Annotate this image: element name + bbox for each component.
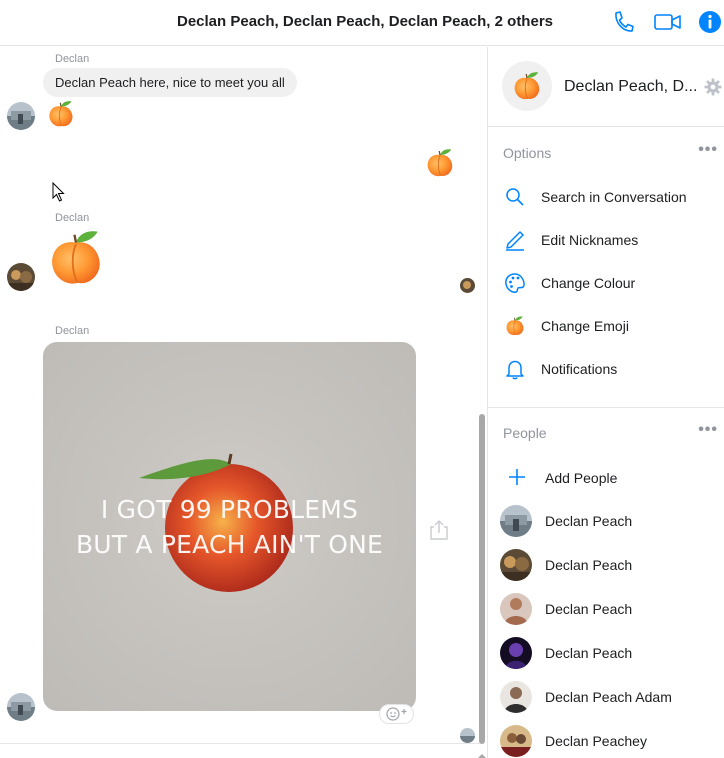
mouse-cursor-icon <box>52 181 66 208</box>
person-row[interactable]: Declan Peach <box>500 589 720 629</box>
info-icon[interactable] <box>698 10 722 39</box>
conversation-name[interactable]: Declan Peach, D... <box>564 78 697 96</box>
phone-icon[interactable] <box>612 10 634 39</box>
avatar[interactable] <box>7 102 35 130</box>
person-row[interactable]: Declan Peach <box>500 545 720 585</box>
avatar <box>500 681 532 713</box>
option-edit-nicknames[interactable]: Edit Nicknames <box>504 223 719 257</box>
option-label: Search in Conversation <box>541 189 687 205</box>
gear-icon[interactable] <box>704 78 722 101</box>
option-change-colour[interactable]: Change Colour <box>504 266 719 300</box>
video-camera-icon[interactable] <box>654 12 682 37</box>
avatar <box>500 549 532 581</box>
scrollbar[interactable] <box>479 414 485 744</box>
sidebar-header: Declan Peach, D... <box>488 47 724 127</box>
plus-icon <box>508 468 526 491</box>
add-people-label: Add People <box>545 470 618 486</box>
options-section-title: Options <box>503 145 552 161</box>
message-thread[interactable]: Declan Declan Peach here, nice to meet y… <box>0 47 487 758</box>
add-reaction-icon[interactable] <box>379 704 414 724</box>
conversation-header: Declan Peach, Declan Peach, Declan Peach… <box>0 0 724 46</box>
option-change-emoji[interactable]: Change Emoji <box>504 309 719 343</box>
message-sender: Declan <box>55 325 90 337</box>
peach-emoji-icon <box>504 315 526 337</box>
add-people-button[interactable]: Add People <box>500 458 720 498</box>
options-more-icon[interactable]: ••• <box>698 141 718 159</box>
search-icon <box>504 186 526 208</box>
person-row[interactable]: Declan Peach <box>500 501 720 541</box>
message-bubble[interactable]: Declan Peach here, nice to meet you all <box>43 68 297 97</box>
avatar <box>500 725 532 757</box>
pencil-icon <box>504 229 526 251</box>
person-name: Declan Peach Adam <box>545 689 672 705</box>
person-name: Declan Peach <box>545 601 633 617</box>
person-row[interactable]: Declan Peach <box>500 633 720 673</box>
message-sender: Declan <box>55 53 90 65</box>
option-search-in-conversation[interactable]: Search in Conversation <box>504 180 719 214</box>
section-divider <box>488 407 724 408</box>
peach-emoji-icon <box>424 147 456 184</box>
peach-emoji-icon <box>45 225 107 296</box>
message-sender: Declan <box>55 212 90 224</box>
conversation-sidebar: Declan Peach, D... Options ••• Search in… <box>487 47 724 758</box>
people-section-title: People <box>503 425 547 441</box>
avatar[interactable] <box>7 693 35 721</box>
image-message[interactable]: I GOT 99 PROBLEMS BUT A PEACH AIN'T ONE <box>43 342 416 711</box>
share-icon[interactable] <box>429 519 449 546</box>
avatar[interactable] <box>7 263 35 291</box>
peach-emoji-icon <box>46 99 76 134</box>
person-row[interactable]: Declan Peach Adam <box>500 677 720 717</box>
palette-icon <box>504 272 526 294</box>
person-name: Declan Peach <box>545 645 633 661</box>
person-row[interactable]: Declan Peachey <box>500 721 720 758</box>
avatar <box>500 593 532 625</box>
option-label: Edit Nicknames <box>541 232 639 248</box>
read-receipt-avatar <box>460 278 475 293</box>
person-name: Declan Peachey <box>545 733 647 749</box>
scroll-down-arrow-icon[interactable] <box>477 747 487 758</box>
read-receipt-avatar <box>460 728 475 743</box>
option-notifications[interactable]: Notifications <box>504 352 719 386</box>
option-label: Change Emoji <box>541 318 629 334</box>
person-name: Declan Peach <box>545 513 633 529</box>
avatar <box>500 505 532 537</box>
option-label: Notifications <box>541 361 618 377</box>
image-caption-line: I GOT 99 PROBLEMS <box>100 495 359 524</box>
avatar <box>500 637 532 669</box>
group-avatar[interactable] <box>502 61 552 111</box>
people-more-icon[interactable]: ••• <box>698 421 718 439</box>
person-name: Declan Peach <box>545 557 633 573</box>
bell-icon <box>504 358 526 380</box>
composer-divider <box>0 743 480 744</box>
option-label: Change Colour <box>541 275 636 291</box>
image-caption-line: BUT A PEACH AIN'T ONE <box>75 530 384 559</box>
